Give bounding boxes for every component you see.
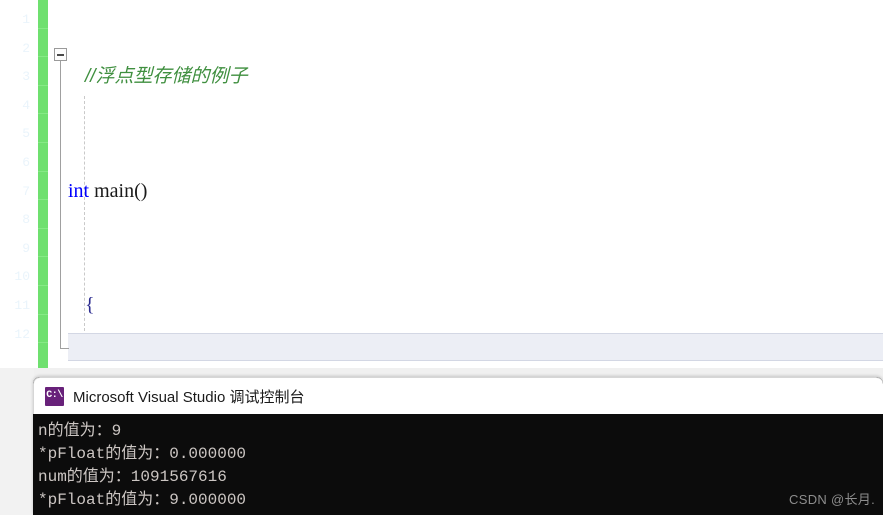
collapse-region-icon[interactable]	[54, 48, 67, 61]
console-title-bar[interactable]: C:\ Microsoft Visual Studio 调试控制台	[33, 377, 883, 414]
command-prompt-icon-glyph: C:\	[46, 390, 63, 401]
console-output-line: num的值为：1091567616	[38, 468, 227, 486]
line-number: 7	[22, 183, 30, 199]
console-window-title: Microsoft Visual Studio 调试控制台	[73, 388, 305, 406]
code-line-1: //浮点型存储的例子	[68, 62, 450, 91]
line-number: 2	[22, 40, 30, 56]
debug-console-window[interactable]: C:\ Microsoft Visual Studio 调试控制台 n的值为：9…	[33, 377, 883, 515]
console-output-line: n的值为：9	[38, 422, 122, 440]
line-number: 4	[22, 97, 30, 113]
line-number: 11	[14, 297, 30, 313]
code-text[interactable]: //浮点型存储的例子 int main() { int n = 9; float…	[68, 5, 450, 368]
console-output-line: *pFloat的值为：9.000000	[38, 491, 247, 509]
line-number: 6	[22, 154, 30, 170]
left-gray-strip	[0, 368, 34, 515]
console-output-area[interactable]: n的值为：9 *pFloat的值为：0.000000 num的值为：109156…	[33, 414, 883, 515]
line-number: 5	[22, 126, 30, 142]
unsaved-changes-indicator-bar	[38, 0, 48, 368]
brace-open: {	[85, 293, 95, 316]
line-number: 8	[22, 212, 30, 228]
keyword-int: int	[68, 179, 90, 202]
outline-guide-line	[60, 61, 61, 348]
code-line-2: int main()	[68, 177, 450, 206]
line-number: 3	[22, 69, 30, 85]
line-number: 1	[22, 12, 30, 27]
empty-parens: ()	[134, 179, 148, 202]
code-editor-pane[interactable]: 1 2 3 4 5 6 7 8 9 10 11 12 //浮点型存储的例子 in…	[0, 0, 883, 368]
console-output-line: *pFloat的值为：0.000000	[38, 445, 247, 463]
line-number: 10	[14, 269, 30, 285]
command-prompt-icon: C:\	[45, 386, 64, 406]
function-main: main	[94, 179, 135, 202]
csdn-watermark: CSDN @长月.	[789, 492, 875, 507]
code-line-3: {	[68, 291, 450, 320]
line-number: 9	[22, 240, 30, 256]
line-number: 12	[14, 326, 30, 342]
line-number-gutter: 1 2 3 4 5 6 7 8 9 10 11 12	[0, 0, 34, 368]
comment-token: //浮点型存储的例子	[85, 66, 248, 88]
